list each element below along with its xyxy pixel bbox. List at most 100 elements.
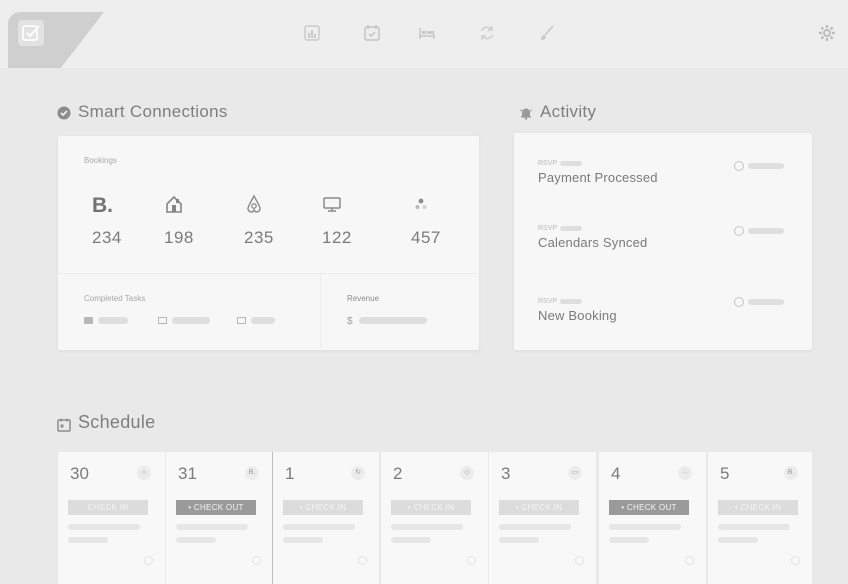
card-icon (237, 317, 246, 324)
bookings-label: Bookings (84, 156, 117, 165)
platform-group[interactable]: 457 (411, 194, 471, 248)
activity-heading: Activity (519, 102, 596, 122)
homeaway-house-icon: ⌂ (137, 466, 151, 480)
platform-booking[interactable]: B. 234 (92, 194, 152, 248)
placeholder-bar (283, 524, 355, 530)
divider (320, 273, 321, 351)
schedule-day[interactable]: 1 ↻ • CHECK IN (272, 452, 379, 584)
bell-icon (519, 105, 533, 120)
schedule-day[interactable]: 4 ∴ • CHECK OUT (599, 452, 706, 584)
activity-item-title: Payment Processed (538, 170, 658, 185)
platform-airbnb[interactable]: 235 (244, 193, 304, 248)
schedule-heading: Schedule (57, 412, 155, 433)
smart-connections-title: Smart Connections (78, 102, 228, 121)
placeholder-bar (748, 163, 784, 169)
day-number: 2 (393, 464, 403, 483)
day-number: 5 (720, 464, 730, 483)
status-dot (467, 556, 476, 565)
desktop-icon: ▭ (568, 466, 582, 480)
activity-item[interactable]: RSVP Calendars Synced (538, 225, 647, 250)
placeholder-bar (718, 537, 758, 543)
bed-icon[interactable] (418, 24, 436, 42)
day-number: 1 (285, 464, 295, 483)
revenue-placeholder (359, 317, 427, 324)
status-badge: CHECK IN (68, 500, 148, 515)
smart-connections-heading: Smart Connections (57, 102, 228, 122)
placeholder-bar (609, 537, 649, 543)
revenue-label: Revenue (347, 294, 380, 303)
placeholder-bar (391, 524, 463, 530)
completed-tasks-label: Completed Tasks (84, 294, 146, 303)
gear-icon[interactable] (818, 24, 836, 42)
calendar-check-icon[interactable] (363, 24, 381, 42)
rsvp-tag: RSVP (538, 298, 558, 305)
placeholder-bar (251, 317, 275, 324)
sync-icon: ↻ (351, 466, 365, 480)
mail-icon (84, 317, 93, 324)
schedule-day[interactable]: 2 ◇ • CHECK IN (381, 452, 488, 584)
placeholder-bar (172, 317, 210, 324)
rsvp-tag: RSVP (538, 160, 558, 167)
platform-count: 198 (164, 228, 194, 247)
status-dot (791, 556, 800, 565)
status-badge: • CHECK IN (391, 500, 471, 515)
brush-icon[interactable] (538, 24, 556, 42)
calendar-icon (158, 317, 167, 324)
calendar-icon (57, 416, 71, 432)
app-logo-icon[interactable] (18, 20, 44, 46)
rsvp-tag: RSVP (538, 225, 558, 232)
day-number: 3 (501, 464, 511, 483)
placeholder-bar (176, 537, 216, 543)
status-badge: • CHECK IN (718, 500, 798, 515)
placeholder-bar (748, 299, 784, 305)
homeaway-house-icon (164, 194, 184, 219)
clock-icon (734, 226, 744, 236)
placeholder-bar (68, 537, 108, 543)
activity-item-title: New Booking (538, 308, 617, 323)
placeholder-bar (499, 537, 539, 543)
booking-logo-icon: B. (245, 466, 259, 480)
platform-homeaway[interactable]: 198 (164, 194, 224, 248)
schedule-day[interactable]: 30 ⌂ CHECK IN (58, 452, 165, 584)
schedule-day[interactable]: 31 B. • CHECK OUT (166, 452, 273, 584)
booking-logo-icon: B. (92, 194, 113, 217)
clock-icon (734, 297, 744, 307)
placeholder-bar (718, 524, 790, 530)
schedule-day[interactable]: 5 B. • CHECK IN (708, 452, 812, 584)
status-badge: • CHECK OUT (176, 500, 256, 515)
placeholder-bar (609, 524, 681, 530)
activity-item[interactable]: RSVP Payment Processed (538, 160, 658, 185)
platform-direct[interactable]: 122 (322, 194, 382, 248)
status-dot (252, 556, 261, 565)
day-number: 30 (70, 464, 89, 483)
group-dots-icon: ∴ (678, 466, 692, 480)
airbnb-icon: ◇ (460, 466, 474, 480)
airbnb-icon (244, 193, 264, 219)
status-dot (575, 556, 584, 565)
clock-icon (734, 161, 744, 171)
revenue-currency: $ (347, 316, 353, 327)
status-badge: • CHECK OUT (609, 500, 689, 515)
dashboard-icon[interactable] (303, 24, 321, 42)
platform-count: 457 (411, 228, 441, 247)
desktop-icon (322, 194, 342, 219)
platform-count: 235 (244, 228, 274, 247)
booking-logo-icon: B. (784, 466, 798, 480)
divider (58, 273, 479, 274)
platform-count: 122 (322, 228, 352, 247)
activity-title: Activity (540, 102, 597, 121)
placeholder-bar (68, 524, 140, 530)
sync-icon[interactable] (478, 24, 496, 42)
status-dot (685, 556, 694, 565)
day-number: 31 (178, 464, 197, 483)
activity-item-title: Calendars Synced (538, 235, 648, 250)
status-badge: • CHECK IN (283, 500, 363, 515)
check-circle-icon (57, 105, 71, 120)
activity-item[interactable]: RSVP New Booking (538, 298, 617, 323)
schedule-day[interactable]: 3 ▭ • CHECK IN (489, 452, 596, 584)
day-number: 4 (611, 464, 621, 483)
status-badge: • CHECK IN (499, 500, 579, 515)
placeholder-bar (748, 228, 784, 234)
placeholder-bar (98, 317, 128, 324)
activity-card: RSVP Payment Processed RSVP Calendars Sy… (514, 133, 812, 350)
